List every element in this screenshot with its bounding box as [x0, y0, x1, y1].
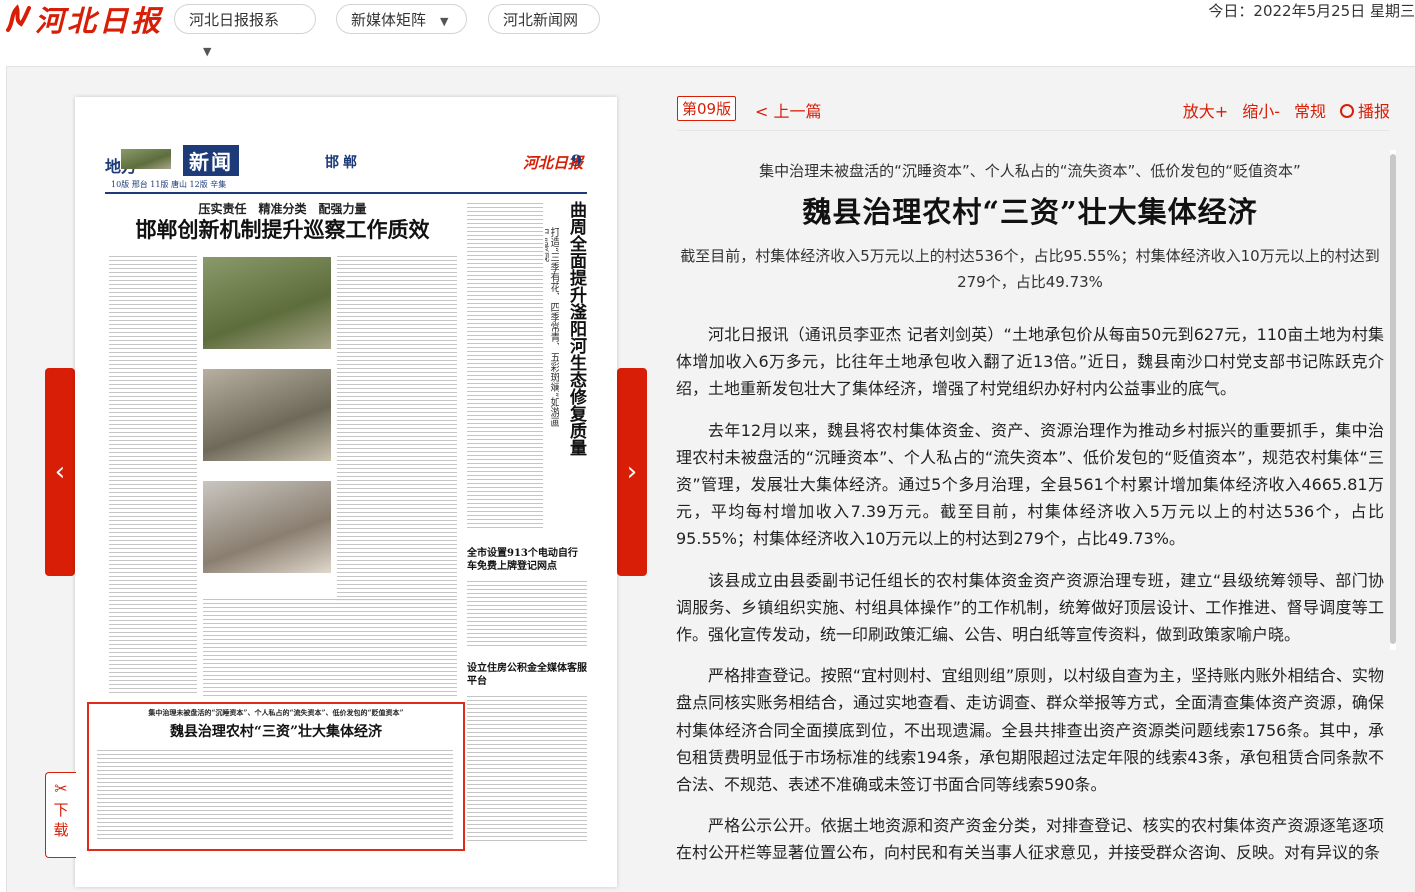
np-text-column: [467, 201, 543, 531]
article-toolbar: 第09版 < 上一篇 放大+ 缩小- 常规 播报: [677, 96, 1390, 122]
np-text-column: [203, 597, 457, 697]
chevron-left-icon: ‹: [54, 457, 66, 487]
zoom-in-button[interactable]: 放大+: [1183, 98, 1228, 122]
audio-play-icon: [1339, 104, 1354, 118]
nav-hebei-news-net[interactable]: 河北新闻网: [488, 4, 600, 34]
prev-article-link[interactable]: < 上一篇: [755, 98, 822, 122]
np-text-column: [467, 694, 587, 844]
np-mid-headline: 全市设置913个电动自行车免费上牌登记网点: [467, 548, 578, 572]
download-button[interactable]: ✂ 下载: [45, 772, 76, 858]
today-date: 今日：2022年5月25日 星期三: [1208, 2, 1415, 20]
np-photo-2: [203, 369, 331, 461]
chevron-down-icon: ▼: [203, 45, 212, 58]
top-bar: 河北日报 河北日报报系 ▼ 新媒体矩阵 ▼ 河北新闻网 今日：2022年5月25日 …: [0, 0, 1415, 66]
article-kicker: 集中治理未被盘活的“沉睡资本”、个人私占的“流失资本”、低价发包的“贬值资本”: [759, 162, 1301, 180]
article: 集中治理未被盘活的“沉睡资本”、个人私占的“流失资本”、低价发包的“贬值资本” …: [676, 160, 1384, 881]
np-boxed-kicker: 集中治理未被盘活的“沉睡资本”、个人私占的“流失资本”、低价发包的“贬值资本”: [148, 708, 404, 717]
site-logo[interactable]: 河北日报: [5, 2, 163, 38]
np-header-rule: [105, 152, 587, 194]
np-photo-3: [203, 481, 331, 573]
article-paragraph: 河北日报讯（通讯员李亚杰 记者刘剑英）“土地承包价从每亩50元到627元，110…: [676, 325, 1384, 399]
scrollbar-thumb[interactable]: [1390, 154, 1396, 644]
divider: [677, 130, 1389, 131]
np-text-column: [467, 579, 587, 649]
nav-label: 新媒体矩阵: [351, 11, 427, 29]
np-top-headline: 邯郸创新机制提升巡察工作质效: [135, 217, 430, 242]
nav-hebei-daily-group[interactable]: 河北日报报系 ▼: [174, 4, 316, 58]
article-paragraph: 严格公示公开。依据土地资源和资产资金分类，对排查登记、核实的农村集体资产资源逐笔…: [676, 816, 1384, 863]
newspaper-layout: 地方 新闻 邯郸 河北日报 9 10版 邢台 11版 唐山 12版 辛集 压实责…: [75, 97, 617, 887]
broadcast-label: 播报: [1357, 102, 1390, 121]
np-low-headline: 设立住房公积金全媒体客服平台: [467, 663, 587, 687]
article-subtitle: 截至目前，村集体经济收入5万元以上的村达536个，占比95.55%；村集体经济收…: [680, 247, 1380, 291]
chevron-down-icon: ▼: [440, 15, 449, 28]
logo-mark-icon: [6, 4, 31, 32]
article-body: 河北日报讯（通讯员李亚杰 记者刘剑英）“土地承包价从每亩50元到627元，110…: [676, 321, 1384, 867]
logo-text: 河北日报: [35, 4, 164, 38]
nav-label: 河北日报报系: [189, 11, 280, 29]
nav-label: 河北新闻网: [503, 11, 579, 29]
article-title: 魏县治理农村“三资”壮大集体经济: [802, 195, 1258, 229]
scissors-icon: ✂: [54, 779, 68, 798]
np-photo-1: [203, 257, 331, 349]
np-right-headline: 曲周全面提升滏阳河生态修复质量: [566, 201, 586, 456]
edition-badge[interactable]: 第09版: [677, 96, 737, 121]
newspaper-page[interactable]: 地方 新闻 邯郸 河北日报 9 10版 邢台 11版 唐山 12版 辛集 压实责…: [75, 97, 617, 887]
np-text-column: [337, 254, 457, 604]
nav-new-media-matrix[interactable]: 新媒体矩阵 ▼: [336, 4, 467, 34]
article-paragraph: 该县成立由县委副书记任组长的农村集体资金资产资源治理专班，建立“县级统筹领导、部…: [676, 570, 1384, 645]
np-right-sub: 打造“三季有花、四季常青、五彩斑斓”如游画中”景观: [545, 227, 559, 428]
next-page-button[interactable]: ›: [617, 368, 647, 576]
np-text-column: [109, 254, 197, 694]
normal-size-button[interactable]: 常规: [1294, 98, 1326, 122]
chevron-right-icon: ›: [626, 457, 638, 487]
np-selected-article-box[interactable]: 集中治理未被盘活的“沉睡资本”、个人私占的“流失资本”、低价发包的“贬值资本” …: [87, 702, 465, 851]
np-text-column: [97, 748, 453, 840]
broadcast-button[interactable]: 播报: [1339, 98, 1390, 122]
zoom-out-button[interactable]: 缩小-: [1242, 98, 1280, 122]
download-label: 下载: [53, 801, 69, 839]
reading-tools: 放大+ 缩小- 常规 播报: [1183, 98, 1390, 122]
np-boxed-headline: 魏县治理农村“三资”壮大集体经济: [169, 724, 383, 740]
article-paragraph: 去年12月以来，魏县将农村集体资金、资产、资源治理作为推动乡村振兴的重要抓手，集…: [676, 420, 1384, 549]
prev-page-button[interactable]: ‹: [45, 368, 75, 576]
article-paragraph: 严格排查登记。按照“宜村则村、宜组则组”原则，以村级自查为主，坚持账内账外相结合…: [676, 666, 1384, 795]
